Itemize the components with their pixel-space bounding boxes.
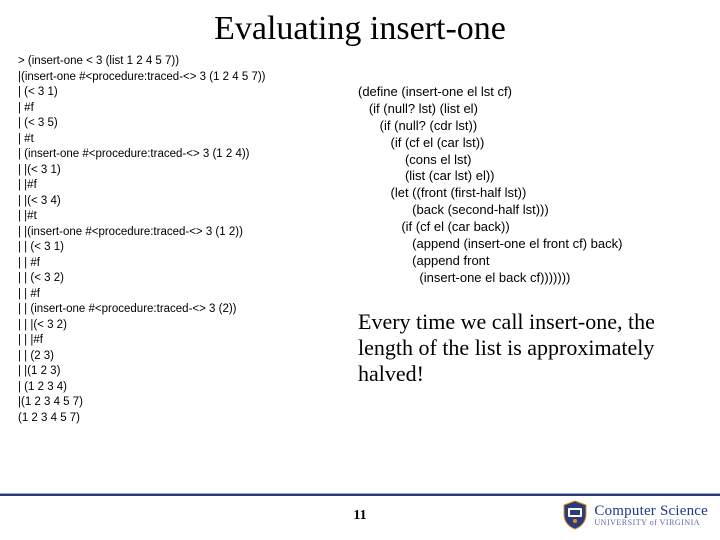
slide-title: Evaluating insert-one [0,0,720,54]
uva-cs-logo: Computer Science UNIVERSITY of VIRGINIA [562,500,708,530]
slide-content: > (insert-one < 3 (list 1 2 4 5 7)) |(in… [0,54,720,426]
code-definition: (define (insert-one el lst cf) (if (null… [358,84,702,287]
slide-footer: 11 Computer Science UNIVERSITY of VIRGIN… [0,494,720,540]
callout-text: Every time we call insert-one, the lengt… [358,309,702,388]
logo-sub-text: UNIVERSITY of VIRGINIA [594,519,708,527]
page-number: 11 [353,508,366,524]
right-column: (define (insert-one el lst cf) (if (null… [348,54,702,426]
logo-text: Computer Science UNIVERSITY of VIRGINIA [594,504,708,527]
shield-icon [562,500,588,530]
logo-main-text: Computer Science [594,504,708,519]
repl-trace: > (insert-one < 3 (list 1 2 4 5 7)) |(in… [18,54,348,426]
